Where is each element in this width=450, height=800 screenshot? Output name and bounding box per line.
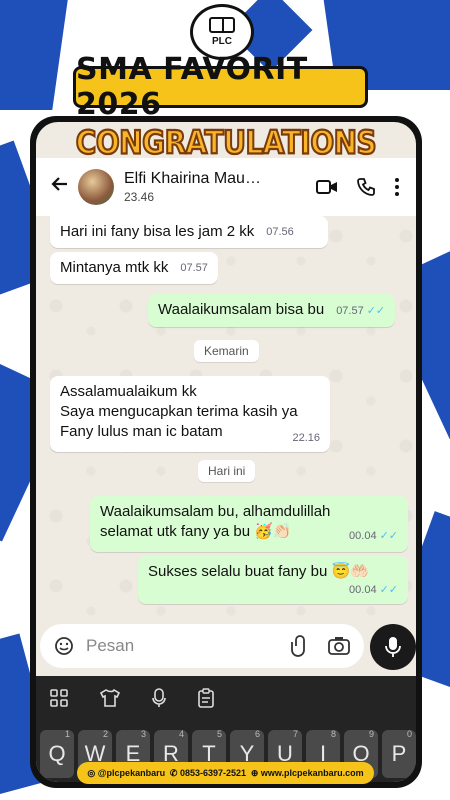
phone-number: 0853-6397-2521 — [179, 767, 247, 778]
message-text: Hari ini fany bisa les jam 2 kk — [60, 223, 255, 240]
sticker-icon[interactable] — [52, 634, 76, 658]
instagram-contact: ◎ @plcpekanbaru — [87, 768, 165, 779]
message-incoming[interactable]: Assalamualaikum kk Saya mengucapkan teri… — [50, 376, 330, 452]
phone-icon: ✆ — [169, 767, 178, 778]
key-hint: 5 — [216, 729, 222, 739]
message-time: 07.57 — [336, 305, 364, 317]
message-text: Waalaikumsalam bu, alhamdulillah — [100, 503, 331, 520]
clipboard-icon[interactable] — [198, 688, 214, 708]
message-text: Saya mengucapkan terima kasih ya — [60, 403, 298, 420]
key-label: P — [391, 741, 407, 766]
message-text: Waalaikumsalam bisa bu — [158, 301, 325, 318]
key-hint: 4 — [178, 729, 184, 739]
date-divider: Kemarin — [194, 340, 259, 362]
message-time: 07.56 — [266, 226, 294, 238]
message-outgoing[interactable]: Waalaikumsalam bisa bu 07.57 ✓✓ — [148, 294, 396, 327]
composer: Pesan — [36, 620, 416, 676]
logo-text: PLC — [212, 36, 232, 47]
message-input[interactable]: Pesan — [40, 624, 364, 668]
apps-grid-icon[interactable] — [50, 689, 68, 707]
message-text: Fany lulus man ic batam — [60, 423, 223, 440]
book-icon — [209, 17, 235, 33]
key-hint: 8 — [330, 729, 336, 739]
message-time: 00.04 — [349, 584, 377, 596]
key-hint: 6 — [254, 729, 260, 739]
keyboard-toolbar — [36, 676, 416, 720]
message-time: 07.57 — [180, 262, 208, 274]
promo-banner: SMA FAVORIT 2026 — [73, 52, 368, 122]
instagram-handle: @plcpekanbaru — [97, 767, 166, 778]
congratulations-title: CONGRATULATIONS — [75, 118, 378, 166]
message-time: 00.04 — [349, 530, 377, 542]
key-hint: 0 — [406, 729, 412, 739]
globe-icon: ⊕ — [250, 767, 259, 778]
contact-name: Elfi Khairina Mau… — [124, 170, 261, 187]
shirt-icon[interactable] — [100, 689, 120, 707]
phone-frame: Elfi Khairina Mau… 23.46 Hari ini fany b… — [30, 116, 422, 788]
video-call-icon[interactable] — [316, 179, 338, 195]
key-hint: 7 — [292, 729, 298, 739]
camera-icon[interactable] — [328, 636, 350, 656]
voice-input-icon[interactable] — [152, 688, 166, 708]
read-ticks-icon: ✓✓ — [379, 530, 398, 542]
message-outgoing[interactable]: Sukses selalu buat fany bu 😇🤲🏻 00.04 ✓✓ — [138, 556, 408, 604]
key-hint: 2 — [102, 729, 108, 739]
read-ticks-icon: ✓✓ — [379, 584, 398, 596]
contact-info[interactable]: Elfi Khairina Mau… 23.46 — [124, 170, 261, 204]
message-incoming[interactable]: Mintanya mtk kk 07.57 — [50, 252, 218, 284]
phone-call-icon[interactable] — [356, 177, 376, 197]
input-placeholder: Pesan — [86, 636, 135, 655]
message-text: Mintanya mtk kk — [60, 259, 169, 276]
phone-contact: ✆ 0853-6397-2521 — [170, 768, 246, 779]
key-label: Q — [48, 741, 66, 766]
message-meta: 00.04 ✓✓ — [337, 525, 398, 546]
message-text: Assalamualaikum kk — [60, 383, 197, 400]
back-arrow-icon[interactable] — [42, 174, 78, 200]
key-hint: 9 — [368, 729, 374, 739]
key-p[interactable]: 0P — [382, 729, 416, 778]
microphone-icon — [385, 637, 401, 657]
website-url: www.plcpekanbaru.com — [260, 767, 364, 778]
promo-footer: ◎ @plcpekanbaru ✆ 0853-6397-2521 ⊕ www.p… — [77, 762, 374, 784]
more-options-icon[interactable] — [394, 177, 400, 197]
chat-header: Elfi Khairina Mau… 23.46 — [36, 158, 416, 216]
message-incoming[interactable]: Hari ini fany bisa les jam 2 kk 07.56 — [50, 216, 328, 248]
last-seen: 23.46 — [124, 190, 155, 204]
message-outgoing[interactable]: Waalaikumsalam bu, alhamdulillah selamat… — [90, 496, 408, 552]
key-q[interactable]: 1Q — [40, 729, 74, 778]
message-time: 22.16 — [292, 432, 320, 444]
read-ticks-icon: ✓✓ — [366, 305, 386, 317]
website-contact: ⊕ www.plcpekanbaru.com — [251, 768, 364, 779]
congratulations-text: CONGRATULATIONS — [75, 122, 378, 162]
attach-icon[interactable] — [288, 635, 308, 657]
message-list[interactable]: Hari ini fany bisa les jam 2 kk 07.56 Min… — [36, 216, 416, 620]
date-divider: Hari ini — [198, 460, 256, 482]
key-hint: 1 — [64, 729, 70, 739]
voice-record-button[interactable] — [370, 624, 416, 670]
instagram-icon: ◎ — [87, 767, 96, 778]
chat-screen: Elfi Khairina Mau… 23.46 Hari ini fany b… — [36, 122, 416, 782]
message-meta: 00.04 ✓✓ — [337, 579, 398, 600]
key-hint: 3 — [140, 729, 146, 739]
contact-avatar[interactable] — [78, 169, 114, 205]
